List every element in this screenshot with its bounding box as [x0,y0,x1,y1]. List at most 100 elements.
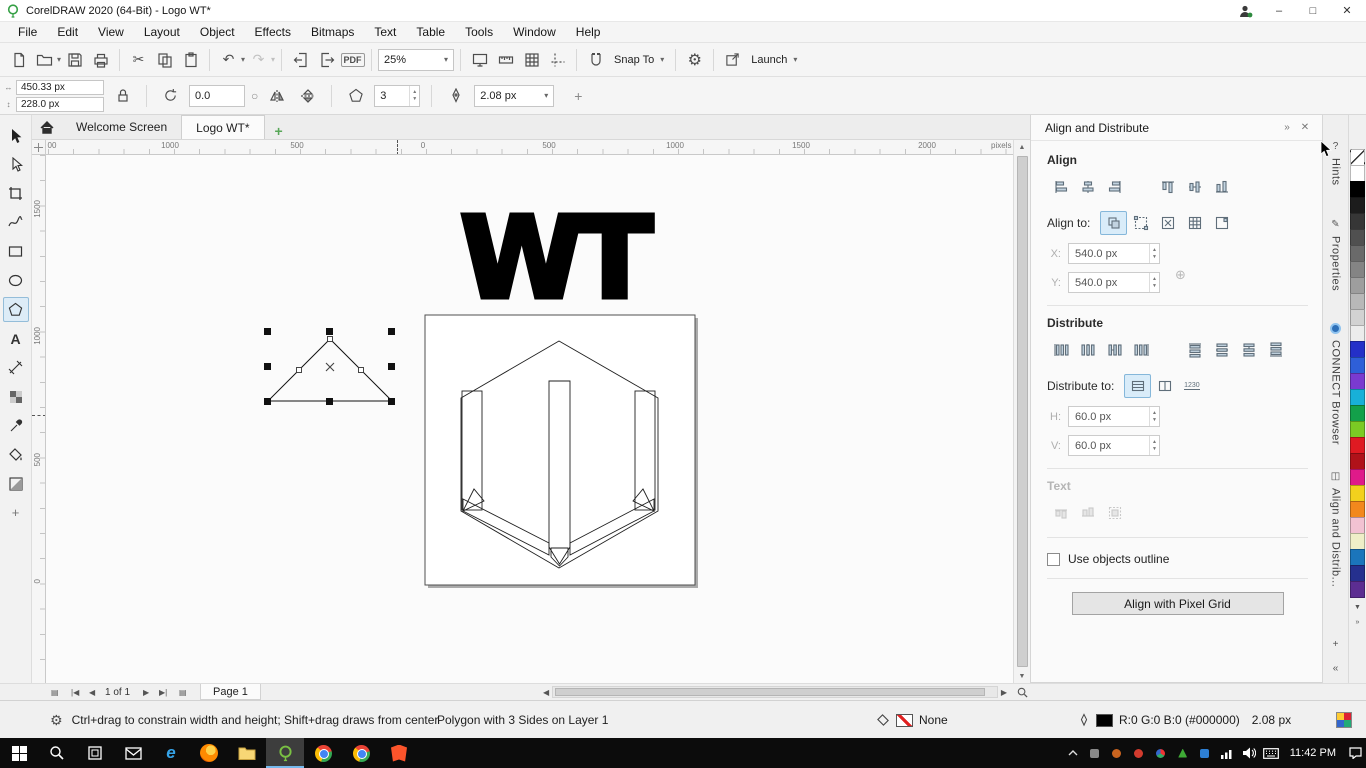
launch-caret[interactable]: ▾ [793,55,797,64]
start-button[interactable] [0,738,38,768]
pick-tool[interactable] [3,123,29,148]
distribute-top-button[interactable] [1181,338,1208,362]
color-swatch[interactable] [1350,581,1365,598]
polygon-tool[interactable] [3,297,29,322]
mirror-vertical-button[interactable] [295,83,320,108]
docker-close-icon[interactable]: ✕ [1296,122,1314,133]
tab-connect-browser[interactable]: CONNECT Browser [1323,323,1348,445]
menu-item-window[interactable]: Window [503,23,566,41]
mirror-horizontal-button[interactable] [264,83,289,108]
color-swatch[interactable] [1350,213,1365,230]
align-bottom-button[interactable] [1208,175,1235,199]
align-with-pixel-grid-button[interactable]: Align with Pixel Grid [1072,592,1284,615]
taskbar-search-button[interactable] [38,738,76,768]
fill-status[interactable]: None [876,701,948,739]
color-swatch[interactable] [1350,197,1365,214]
volume-icon[interactable] [1238,738,1260,768]
color-swatch[interactable] [1350,533,1365,550]
align-right-button[interactable] [1101,175,1128,199]
distribute-right-button[interactable] [1128,338,1155,362]
distribute-v-spinner[interactable]: ▲▼ [1149,436,1159,455]
color-swatch[interactable] [1350,421,1365,438]
show-guidelines-button[interactable] [545,47,570,72]
object-y-field[interactable]: 228.0 px [16,97,104,112]
tray-app-icon-5[interactable] [1172,738,1194,768]
align-center-horizontal-button[interactable] [1074,175,1101,199]
save-button[interactable] [62,47,87,72]
zoom-caret[interactable]: ▾ [444,55,448,64]
previous-page-button[interactable]: ◀ [86,684,98,700]
launch-dropdown[interactable]: Launch▾ [746,49,802,71]
align-top-button[interactable] [1154,175,1181,199]
menu-item-tools[interactable]: Tools [455,23,503,41]
ruler-origin-corner[interactable] [32,140,46,155]
brave-button[interactable] [380,738,418,768]
copy-button[interactable] [152,47,177,72]
paste-button[interactable] [178,47,203,72]
snap-toggle-button[interactable] [583,47,608,72]
smart-fill-tool[interactable] [3,442,29,467]
tab-align-distribute[interactable]: ◫Align and Distrib... [1323,471,1348,587]
distribute-left-button[interactable] [1047,338,1074,362]
color-swatch[interactable] [1350,261,1365,278]
outline-width-combo[interactable]: 2.08 px▾ [474,85,554,107]
distribute-v-field[interactable]: 60.0 px▲▼ [1068,435,1160,456]
drawing-canvas[interactable]: WT [46,155,1013,683]
shape-tool[interactable] [3,152,29,177]
redo-button[interactable]: ↷ [246,47,271,72]
menu-item-table[interactable]: Table [406,23,455,41]
color-swatch[interactable] [1350,293,1365,310]
color-swatch[interactable] [1350,309,1365,326]
coreldraw-taskbar-button[interactable] [266,738,304,768]
vertical-ruler[interactable]: 1500 1000 500 0 [32,155,46,683]
scroll-left-arrow[interactable]: ◀ [540,684,552,700]
menu-item-bitmaps[interactable]: Bitmaps [301,23,364,41]
outline-width-caret[interactable]: ▾ [544,91,548,100]
snap-to-dropdown[interactable]: Snap To▾ [609,49,669,71]
align-left-button[interactable] [1047,175,1074,199]
distribute-center-v-button[interactable] [1208,338,1235,362]
interactive-fill-tool[interactable] [3,471,29,496]
use-objects-outline-checkbox[interactable] [1047,553,1060,566]
points-spinner[interactable]: ▲▼ [409,86,419,106]
horizontal-scroll-thumb[interactable] [555,688,985,696]
page-1-tab[interactable]: Page 1 [200,684,261,700]
color-swatch[interactable] [1350,549,1365,566]
distribute-to-selection-button[interactable] [1124,374,1151,398]
collapse-dockers-button[interactable]: « [1323,663,1348,674]
polygon-points-field[interactable]: 3▲▼ [374,85,420,107]
pan-zoom-button[interactable] [1014,684,1031,700]
menu-item-edit[interactable]: Edit [47,23,88,41]
tray-chevron-up-icon[interactable] [1062,738,1084,768]
minimize-button[interactable]: – [1262,0,1296,21]
text-align-baseline-first-button[interactable] [1047,501,1074,525]
color-swatch[interactable] [1350,405,1365,422]
print-button[interactable] [88,47,113,72]
color-swatch[interactable] [1350,453,1365,470]
color-swatch[interactable] [1350,341,1365,358]
color-swatch[interactable] [1350,517,1365,534]
document-palette-icon[interactable] [1336,712,1352,728]
add-page-icon[interactable]: ▤ [176,684,190,700]
align-to-page-edge-button[interactable] [1127,211,1154,235]
distribute-h-field[interactable]: 60.0 px▲▼ [1068,406,1160,427]
next-page-button[interactable]: ▶ [140,684,152,700]
horizontal-scroll-track[interactable] [552,686,998,698]
color-swatch[interactable] [1350,229,1365,246]
lock-ratio-button[interactable] [110,83,135,108]
distribute-spacing-h-button[interactable] [1101,338,1128,362]
object-x-field[interactable]: 450.33 px [16,80,104,95]
color-swatch[interactable] [1350,245,1365,262]
transparency-tool[interactable] [3,384,29,409]
distribute-h-spinner[interactable]: ▲▼ [1149,407,1159,426]
text-tool[interactable]: A [3,326,29,351]
tray-app-icon-1[interactable] [1084,738,1106,768]
add-property-icon[interactable]: + [574,88,582,104]
open-button[interactable] [32,47,57,72]
dimension-tool[interactable] [3,355,29,380]
tab-document[interactable]: Logo WT* [181,115,264,139]
fullscreen-preview-button[interactable] [467,47,492,72]
outline-status[interactable]: R:0 G:0 B:0 (#000000) 2.08 px [1078,701,1291,739]
align-to-specified-point-button[interactable] [1208,211,1235,235]
rotation-angle-field[interactable]: 0.0 [189,85,245,107]
